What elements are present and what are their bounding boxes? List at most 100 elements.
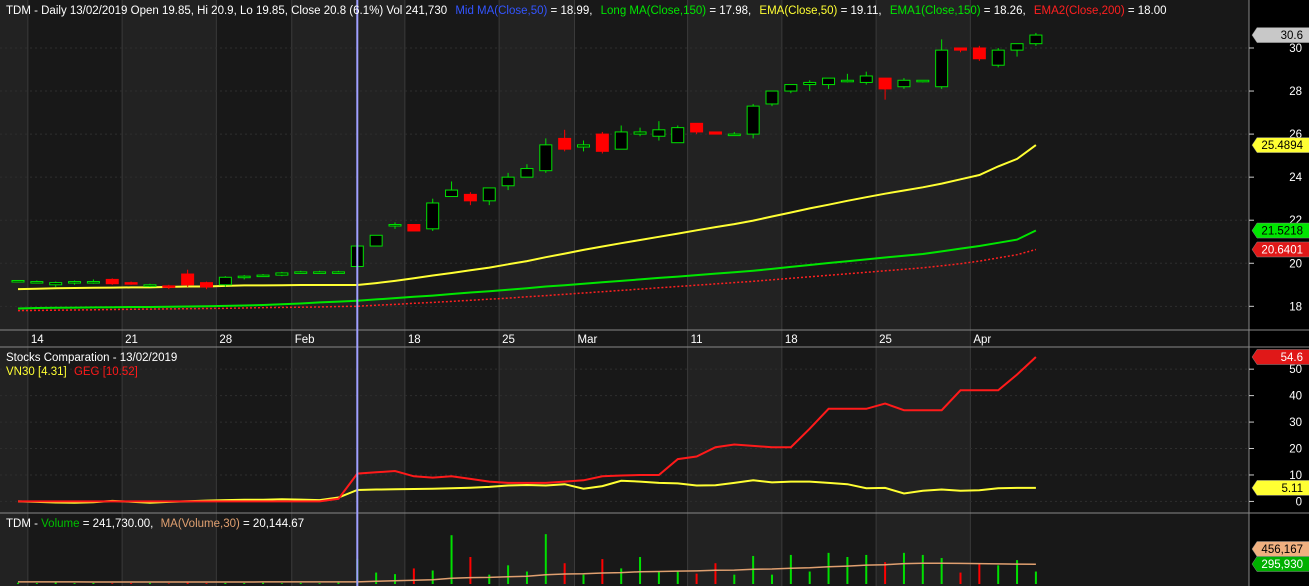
- x-tick-label: 21: [125, 334, 138, 346]
- candle-body: [105, 278, 119, 285]
- x-tick-label: 14: [31, 334, 44, 346]
- comparison-title: Stocks Comparation - 13/02/2019: [6, 352, 177, 364]
- geg-legend: GEG [10.52]: [74, 366, 138, 378]
- date-band: [0, 0, 28, 586]
- candle-body: [237, 275, 251, 279]
- candle-body: [690, 122, 704, 133]
- candle-body: [124, 282, 138, 285]
- date-bands: [0, 0, 1249, 586]
- long-ma-legend: Long MA(Close,150): [601, 5, 707, 17]
- x-tick-label: 18: [408, 334, 421, 346]
- candle-body: [916, 79, 930, 83]
- volume-legend: Volume: [41, 518, 79, 530]
- close-value-label: 30.6: [1251, 27, 1309, 43]
- candle-body: [49, 282, 63, 286]
- volume-value-label-text: 295,930: [1261, 559, 1303, 571]
- date-band: [499, 0, 575, 586]
- candle-body: [426, 202, 440, 230]
- candle-body: [162, 285, 176, 288]
- candle-body: [143, 284, 157, 287]
- price-tick-label: 24: [1289, 172, 1302, 184]
- date-band: [27, 0, 123, 586]
- comparison-tick-label: 0: [1296, 496, 1302, 508]
- ema1-legend: EMA1(Close,150): [890, 5, 981, 17]
- candle-body: [294, 271, 308, 274]
- candle-body: [331, 271, 345, 274]
- candle-body: [200, 282, 213, 288]
- volume-header-prefix: TDM -: [6, 518, 41, 530]
- candle-body: [727, 133, 741, 137]
- date-band: [291, 0, 405, 586]
- ema2-value-label: 20.6401: [1251, 241, 1309, 258]
- candle-body: [369, 234, 383, 247]
- candle-body: [935, 49, 949, 88]
- volume-ma-value: = 20,144.67: [240, 518, 304, 530]
- candle-body: [784, 84, 798, 92]
- price-tick-label: 20: [1289, 258, 1302, 270]
- mid-ma-value-label-text: 25.4894: [1261, 140, 1303, 152]
- candle-body: [577, 144, 590, 148]
- mid-ma-legend: Mid MA(Close,50): [455, 5, 547, 17]
- candle-body: [1029, 34, 1043, 45]
- x-tick-label: 25: [502, 334, 515, 346]
- candle-body: [633, 131, 647, 135]
- candle-body: [30, 281, 44, 284]
- comparison-tick-label: 30: [1289, 417, 1302, 429]
- candle-body: [313, 271, 327, 274]
- candle-body: [972, 47, 986, 60]
- candle-body: [803, 81, 817, 86]
- x-tick-label: 11: [691, 334, 703, 346]
- ema2-value-label-text: 20.6401: [1261, 244, 1303, 256]
- candle-body: [501, 176, 515, 187]
- candle-body: [558, 137, 572, 150]
- mid-ma-value-label: 25.4894: [1251, 137, 1309, 153]
- geg-value-label-text: 54.6: [1281, 352, 1303, 364]
- vn30-legend: VN30 [4.31]: [6, 366, 67, 378]
- candle-body: [991, 49, 1005, 66]
- candle-body: [708, 131, 722, 135]
- candle-body: [275, 272, 289, 276]
- price-header-info: TDM - Daily 13/02/2019 Open 19.85, Hi 20…: [6, 5, 447, 17]
- candle-body: [68, 281, 82, 284]
- candle-body: [954, 47, 967, 51]
- comparison-tick-label: 20: [1289, 444, 1302, 456]
- geg-value-label: 54.6: [1251, 349, 1309, 365]
- candle-body: [482, 187, 496, 202]
- comparison-tick-label: 50: [1289, 364, 1302, 376]
- candle-body: [765, 90, 779, 105]
- long-ma-value-label: 21.5218: [1251, 222, 1309, 239]
- ema-value: = 19.11,: [837, 5, 881, 17]
- x-tick-label: 25: [879, 334, 892, 346]
- candle-body: [463, 193, 477, 202]
- date-band: [970, 0, 1249, 586]
- candle-body: [86, 281, 100, 284]
- candle-body: [539, 144, 553, 172]
- date-band: [122, 0, 217, 586]
- x-tick-label: Mar: [578, 334, 598, 346]
- ema1-value: = 18.26,: [981, 5, 1026, 17]
- close-value-label-text: 30.6: [1281, 30, 1303, 42]
- candle-body: [671, 127, 685, 144]
- candle-body: [218, 276, 232, 286]
- price-tick-label: 28: [1289, 86, 1302, 98]
- candle-body: [388, 224, 402, 227]
- date-band: [687, 0, 782, 586]
- mid-ma-value: = 18.99,: [547, 5, 592, 17]
- ema2-legend: EMA2(Close,200): [1034, 5, 1125, 17]
- vn30-value-label: 5.11: [1251, 480, 1309, 496]
- volume-ma-value-label: 456,167: [1251, 541, 1309, 557]
- candle-body: [11, 279, 25, 283]
- date-band: [216, 0, 292, 586]
- candle-body: [256, 274, 270, 278]
- volume-value-label: 295,930: [1251, 556, 1309, 572]
- candle-body: [614, 131, 628, 150]
- price-tick-label: 18: [1289, 301, 1302, 313]
- candle-body: [822, 77, 836, 86]
- candle-body: [181, 273, 195, 286]
- price-tick-label: 30: [1289, 43, 1302, 55]
- x-tick-label: 28: [219, 334, 232, 346]
- candle-body: [520, 168, 534, 178]
- price-header: TDM - Daily 13/02/2019 Open 19.85, Hi 20…: [6, 5, 1167, 17]
- vn30-value-label-text: 5.11: [1281, 483, 1303, 495]
- volume-ma-value-label-text: 456,167: [1261, 544, 1303, 556]
